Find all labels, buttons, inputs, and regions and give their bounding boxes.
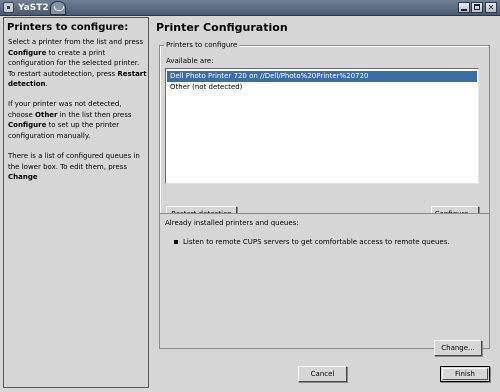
finish-button[interactable]: Finish bbox=[440, 366, 490, 382]
close-icon: ✕ bbox=[487, 3, 495, 12]
help-paragraph-2: If your printer was not detected, choose… bbox=[8, 99, 148, 141]
help-text: in the list then press bbox=[57, 110, 132, 119]
minimize-icon bbox=[461, 9, 467, 11]
change-button[interactable]: Change... bbox=[434, 340, 482, 356]
installed-item-text: Listen to remote CUPS servers to get com… bbox=[183, 238, 450, 246]
help-title: Printers to configure: bbox=[7, 22, 129, 33]
window-titlebar[interactable]: YaST2 ✕ bbox=[0, 0, 500, 16]
minimize-button[interactable] bbox=[458, 2, 470, 13]
printer-list-item-dell[interactable]: Dell Photo Printer 720 on //Dell/Photo%2… bbox=[167, 71, 477, 82]
help-keyword-other: Other bbox=[35, 110, 58, 119]
help-text: . bbox=[45, 80, 48, 88]
help-paragraph-3: There is a list of configured queues in … bbox=[8, 151, 148, 183]
help-pane: Printers to configure: Select a printer … bbox=[3, 17, 149, 388]
maximize-button[interactable] bbox=[471, 2, 483, 13]
shade-icon[interactable] bbox=[50, 1, 66, 15]
app-menu-icon[interactable] bbox=[3, 2, 14, 13]
printers-groupbox: Printers to configure Available are: Del… bbox=[159, 40, 490, 225]
help-text: There is a list of configured queues in … bbox=[8, 152, 140, 171]
help-paragraph-1: Select a printer from the list and press… bbox=[8, 37, 148, 90]
help-keyword-configure: Configure bbox=[8, 121, 47, 129]
printer-list-item-other[interactable]: Other (not detected) bbox=[167, 82, 477, 93]
printer-list[interactable]: Dell Photo Printer 720 on //Dell/Photo%2… bbox=[165, 68, 479, 184]
bullet-icon bbox=[174, 240, 178, 244]
help-text: Select a printer from the list and press bbox=[8, 38, 144, 46]
cancel-button[interactable]: Cancel bbox=[298, 366, 347, 382]
installed-item: Listen to remote CUPS servers to get com… bbox=[174, 237, 483, 247]
page-title: Printer Configuration bbox=[156, 21, 288, 34]
installed-heading: Already installed printers and queues: bbox=[165, 219, 299, 227]
available-label: Available are: bbox=[166, 57, 214, 65]
groupbox-label: Printers to configure bbox=[164, 40, 240, 51]
help-keyword-configure: Configure bbox=[8, 48, 47, 57]
help-keyword-change: Change bbox=[8, 173, 38, 181]
main-pane: Printer Configuration Printers to config… bbox=[150, 17, 497, 388]
maximize-icon bbox=[474, 4, 480, 10]
close-button[interactable]: ✕ bbox=[485, 2, 497, 13]
installed-queues-box[interactable]: Already installed printers and queues: L… bbox=[159, 213, 490, 349]
